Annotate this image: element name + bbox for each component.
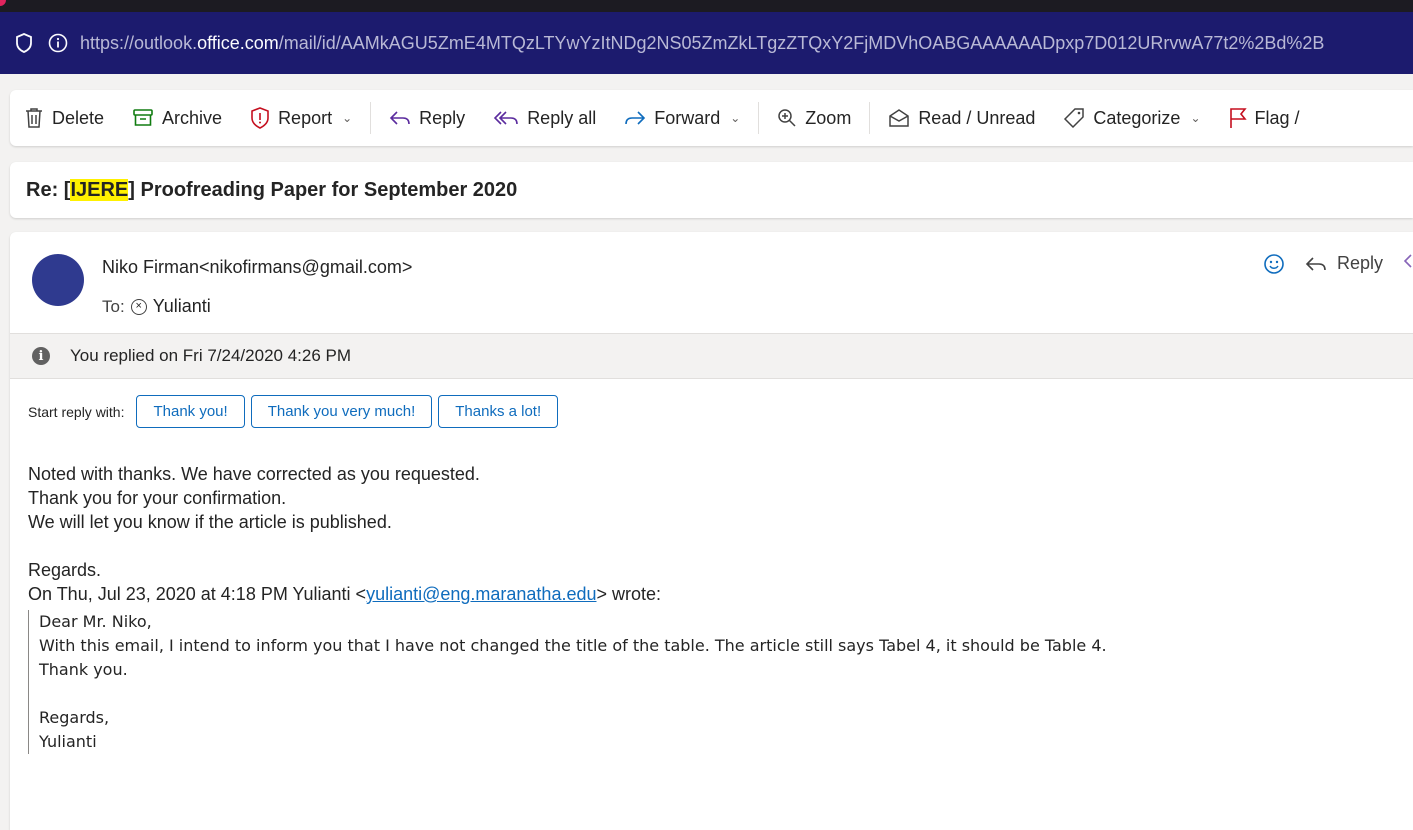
quote-greeting: Dear Mr. Niko, bbox=[39, 612, 152, 631]
categorize-button[interactable]: Categorize ⌄ bbox=[1049, 90, 1214, 146]
quoted-sender-email-link[interactable]: yulianti@eng.maranatha.edu bbox=[366, 584, 596, 604]
body-line: Thank you for your confirmation. bbox=[28, 488, 287, 508]
forward-label: Forward bbox=[654, 107, 721, 128]
address-bar[interactable]: https://outlook.office.com/mail/id/AAMkA… bbox=[0, 12, 1413, 74]
body-line: Noted with thanks. We have corrected as … bbox=[28, 464, 480, 484]
chevron-down-icon[interactable]: ⌄ bbox=[730, 111, 740, 125]
quoted-header: On Thu, Jul 23, 2020 at 4:18 PM Yulianti… bbox=[28, 582, 1107, 606]
report-button[interactable]: Report ⌄ bbox=[236, 90, 366, 146]
quick-reply-button[interactable]: Thank you very much! bbox=[250, 395, 433, 428]
message-card: Niko Firman<nikofirmans@gmail.com> To: ×… bbox=[10, 232, 1413, 830]
reply-all-button[interactable]: Reply all bbox=[479, 90, 610, 146]
info-bar: i You replied on Fri 7/24/2020 4:26 PM bbox=[10, 333, 1413, 379]
quote-signature: Yulianti bbox=[39, 732, 97, 751]
header-reply-button[interactable]: Reply bbox=[1305, 253, 1383, 274]
chevron-down-icon[interactable]: ⌄ bbox=[342, 111, 352, 125]
subject-suffix: ] Proofreading Paper for September 2020 bbox=[128, 178, 518, 201]
delete-button[interactable]: Delete bbox=[10, 90, 118, 146]
report-shield-icon bbox=[251, 107, 269, 129]
url-prefix: https://outlook. bbox=[80, 32, 198, 53]
quote-line: With this email, I intend to inform you … bbox=[39, 636, 1107, 655]
read-unread-button[interactable]: Read / Unread bbox=[874, 90, 1049, 146]
zoom-button[interactable]: Zoom bbox=[763, 90, 865, 146]
body-line: We will let you know if the article is p… bbox=[28, 512, 392, 532]
message-toolbar: Delete Archive Report ⌄ Reply Reply all … bbox=[10, 90, 1413, 146]
info-icon[interactable] bbox=[48, 33, 68, 53]
browser-tab-strip bbox=[0, 0, 1413, 12]
flag-button[interactable]: Flag / bbox=[1215, 90, 1314, 146]
subject-prefix: Re: [ bbox=[26, 178, 71, 201]
quoted-message: Dear Mr. Niko, With this email, I intend… bbox=[28, 610, 1107, 754]
sender[interactable]: Niko Firman<nikofirmans@gmail.com> bbox=[102, 257, 412, 278]
smiley-icon[interactable] bbox=[1263, 253, 1285, 275]
zoom-label: Zoom bbox=[805, 107, 852, 128]
zoom-in-icon bbox=[778, 109, 796, 127]
forward-button[interactable]: Forward ⌄ bbox=[610, 90, 754, 146]
quick-reply-button[interactable]: Thanks a lot! bbox=[438, 395, 559, 428]
tag-icon bbox=[1064, 108, 1085, 129]
report-label: Report bbox=[278, 107, 333, 128]
reply-button[interactable]: Reply bbox=[375, 90, 479, 146]
message-body: Noted with thanks. We have corrected as … bbox=[28, 462, 1107, 754]
archive-icon bbox=[133, 109, 153, 126]
subject-highlight: IJERE bbox=[70, 178, 129, 201]
quick-replies: Start reply with: Thank you! Thank you v… bbox=[10, 395, 564, 428]
read-unread-label: Read / Unread bbox=[918, 107, 1036, 128]
url-domain: office.com bbox=[197, 32, 279, 53]
categorize-label: Categorize bbox=[1093, 107, 1181, 128]
reply-all-label: Reply all bbox=[527, 107, 597, 128]
flag-icon bbox=[1229, 108, 1247, 128]
header-actions: Reply bbox=[1263, 252, 1413, 275]
to-label: To: bbox=[102, 296, 125, 316]
quoted-header-suffix: > wrote: bbox=[596, 584, 662, 604]
header-reply-label: Reply bbox=[1336, 253, 1383, 273]
archive-button[interactable]: Archive bbox=[118, 90, 236, 146]
toolbar-divider bbox=[869, 102, 871, 134]
avatar[interactable] bbox=[32, 254, 84, 306]
shield-icon[interactable] bbox=[14, 33, 34, 53]
replied-info-text: You replied on Fri 7/24/2020 4:26 PM bbox=[70, 346, 352, 365]
reply-all-arrow-icon[interactable] bbox=[1403, 252, 1413, 275]
body-regards: Regards. bbox=[28, 560, 102, 580]
chevron-down-icon[interactable]: ⌄ bbox=[1190, 111, 1200, 125]
tab-favicon bbox=[0, 0, 6, 6]
archive-label: Archive bbox=[162, 107, 223, 128]
quick-reply-label: Start reply with: bbox=[28, 403, 125, 420]
quick-reply-button[interactable]: Thank you! bbox=[136, 395, 245, 428]
recipient-name[interactable]: Yulianti bbox=[153, 296, 211, 317]
reply-arrow-icon bbox=[1305, 256, 1326, 271]
trash-icon bbox=[26, 108, 42, 128]
forward-arrow-icon bbox=[625, 111, 646, 125]
flag-label: Flag / bbox=[1254, 107, 1300, 128]
recipients: To: × Yulianti bbox=[102, 296, 211, 317]
subject-bar: Re: [IJERE] Proofreading Paper for Septe… bbox=[10, 162, 1413, 218]
email-subject: Re: [IJERE] Proofreading Paper for Septe… bbox=[26, 178, 518, 202]
reply-arrow-icon bbox=[390, 111, 410, 125]
quote-line: Thank you. bbox=[39, 660, 128, 679]
delete-label: Delete bbox=[52, 107, 105, 128]
url-text[interactable]: https://outlook.office.com/mail/id/AAMkA… bbox=[80, 33, 1324, 54]
reply-all-arrow-icon bbox=[494, 111, 518, 125]
envelope-open-icon bbox=[889, 109, 910, 127]
info-icon: i bbox=[32, 347, 50, 365]
toolbar-divider bbox=[758, 102, 760, 134]
quote-regards: Regards, bbox=[39, 708, 110, 727]
reply-label: Reply bbox=[419, 107, 466, 128]
toolbar-divider bbox=[370, 102, 372, 134]
quoted-header-prefix: On Thu, Jul 23, 2020 at 4:18 PM Yulianti… bbox=[28, 584, 367, 604]
remove-recipient-icon[interactable]: × bbox=[130, 298, 147, 315]
url-path: /mail/id/AAMkAGU5ZmE4MTQzLTYwYzItNDg2NS0… bbox=[278, 32, 1325, 53]
